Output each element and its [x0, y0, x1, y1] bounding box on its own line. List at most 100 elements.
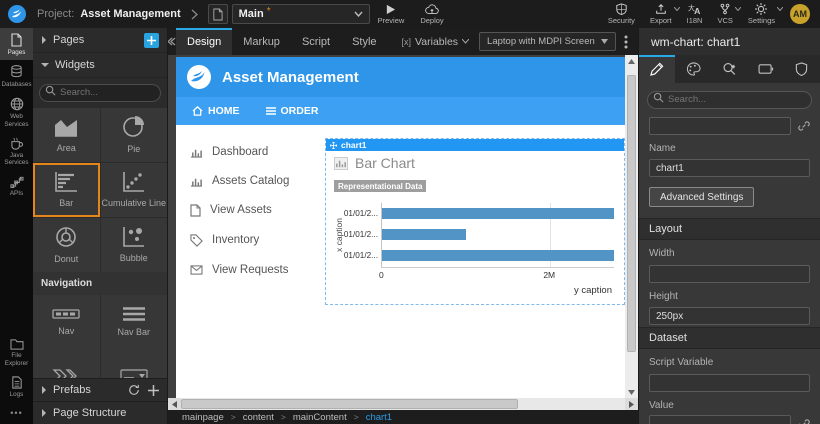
sidebar-item-dashboard[interactable]: Dashboard — [176, 137, 320, 166]
bar-chart-widget[interactable]: chart1 Bar Chart Representational Data x… — [325, 138, 625, 305]
widget-tile-select[interactable] — [101, 349, 168, 379]
width-field[interactable] — [649, 265, 810, 283]
rail-item-web-services[interactable]: Web Services — [0, 92, 33, 131]
x-tick-0: 0 — [379, 270, 384, 280]
scroll-down-arrow[interactable] — [625, 386, 638, 398]
height-field[interactable] — [649, 307, 810, 325]
scroll-up-arrow[interactable] — [625, 55, 638, 67]
avatar[interactable]: AM — [790, 4, 810, 24]
move-icon — [330, 142, 337, 149]
name-field[interactable] — [649, 159, 810, 177]
tab-script[interactable]: Script — [291, 28, 341, 55]
breadcrumb-item-chart1[interactable]: chart1 — [366, 412, 392, 423]
database-icon — [10, 65, 23, 79]
widget-tile-bubble[interactable]: Bubble — [101, 218, 168, 272]
page-selector[interactable]: Main * — [232, 4, 370, 24]
settings-menu[interactable]: Settings — [748, 3, 775, 25]
nav-item-order[interactable]: ORDER — [266, 105, 319, 117]
rail-item-databases[interactable]: Databases — [0, 60, 33, 92]
project-title: Project: Asset Management — [37, 8, 181, 20]
tab-events[interactable] — [711, 55, 747, 83]
chevron-down-icon — [462, 39, 469, 44]
bind-expression-field[interactable] — [649, 117, 791, 135]
project-name: Asset Management — [80, 8, 180, 20]
bar-series-0 — [382, 208, 614, 219]
script-variable-field[interactable] — [649, 374, 810, 392]
rail-item-pages[interactable]: Pages — [0, 28, 33, 60]
deploy-button[interactable]: Deploy — [420, 4, 443, 25]
breadcrumb-separator: > — [281, 412, 286, 422]
widget-tile-bar[interactable]: Bar — [33, 163, 100, 217]
wavemaker-logo-icon[interactable] — [0, 4, 33, 24]
tab-markup[interactable]: Markup — [232, 28, 291, 55]
page-icon — [10, 33, 23, 47]
refresh-icon[interactable] — [128, 384, 140, 396]
folder-icon — [10, 338, 24, 350]
horizontal-scroll-thumb[interactable] — [181, 399, 518, 409]
breadcrumb-item-maincontent[interactable]: mainContent — [293, 412, 347, 423]
vertical-scrollbar[interactable] — [625, 55, 638, 398]
chevron-down-icon — [777, 7, 783, 11]
scroll-right-arrow[interactable] — [625, 398, 638, 410]
widget-tile-breadcrumb[interactable] — [33, 349, 100, 379]
widget-tile-nav[interactable]: Nav — [33, 295, 100, 349]
preview-button[interactable]: Preview — [378, 4, 405, 25]
globe-icon — [10, 97, 24, 111]
rail-item-logs[interactable]: Logs — [0, 371, 33, 402]
breadcrumb-item-mainpage[interactable]: mainpage — [182, 412, 224, 423]
sidebar-item-view-requests[interactable]: View Requests — [176, 255, 320, 284]
widget-tile-nav-bar[interactable]: Nav Bar — [101, 295, 168, 349]
rail-more-button[interactable]: ••• — [0, 402, 33, 424]
tab-style[interactable]: Style — [341, 28, 387, 55]
sidebar-item-assets-catalog[interactable]: Assets Catalog — [176, 166, 320, 195]
value-field[interactable] — [649, 415, 791, 424]
tab-properties[interactable] — [639, 55, 675, 83]
pages-section-header[interactable]: Pages — [33, 28, 167, 53]
breadcrumb-item-content[interactable]: content — [243, 412, 274, 423]
widget-selection-tag[interactable]: chart1 — [326, 139, 624, 151]
variables-button[interactable]: [x] Variables — [402, 36, 470, 48]
tab-design[interactable]: Design — [176, 28, 232, 55]
nav-item-home[interactable]: HOME — [192, 105, 240, 117]
properties-panel-tabs — [639, 55, 820, 83]
widget-tile-cumulative-line[interactable]: Cumulative Line — [101, 163, 168, 217]
bind-link-icon[interactable] — [798, 120, 810, 132]
sidebar-item-view-assets[interactable]: View Assets — [176, 195, 320, 225]
tab-security[interactable] — [784, 55, 820, 83]
rail-item-java-services[interactable]: Java Services — [0, 132, 33, 170]
more-options-icon[interactable] — [624, 35, 628, 49]
page-structure-section-header[interactable]: Page Structure — [33, 401, 167, 424]
bar-series-2 — [382, 250, 614, 261]
tab-styles[interactable] — [675, 55, 711, 83]
add-prefab-icon[interactable] — [148, 385, 159, 396]
widget-tile-pie[interactable]: Pie — [101, 108, 168, 162]
widgets-section-header[interactable]: Widgets — [33, 53, 167, 78]
add-page-button[interactable] — [144, 33, 159, 48]
device-selector[interactable]: Laptop with MDPI Screen — [479, 32, 616, 51]
export-menu[interactable]: Export — [650, 3, 672, 25]
caret-right-icon — [41, 409, 47, 417]
vcs-menu[interactable]: VCS — [717, 3, 732, 25]
tab-device[interactable] — [748, 55, 784, 83]
widget-tile-area[interactable]: Area — [33, 108, 100, 162]
caret-down-icon — [601, 39, 608, 44]
rail-item-apis[interactable]: APIs — [0, 170, 33, 201]
i18n-menu[interactable]: 大A I18N — [687, 3, 703, 25]
widget-tile-donut[interactable]: Donut — [33, 218, 100, 272]
value-bind-link-icon[interactable] — [798, 418, 810, 424]
properties-search-input[interactable] — [647, 91, 812, 109]
collapse-left-panel-button[interactable] — [168, 37, 176, 46]
app-header: Asset Management — [176, 57, 625, 97]
scroll-left-arrow[interactable] — [168, 398, 181, 410]
horizontal-scrollbar[interactable] — [168, 398, 638, 410]
wavemaker-studio: Project: Asset Management Main * Preview… — [0, 0, 820, 424]
sidebar-item-inventory[interactable]: Inventory — [176, 225, 320, 255]
chart-data-badge: Representational Data — [334, 180, 426, 192]
rail-item-file-explorer[interactable]: File Explorer — [0, 333, 33, 370]
advanced-settings-button[interactable]: Advanced Settings — [649, 187, 754, 207]
prefabs-section-header[interactable]: Prefabs — [33, 378, 167, 401]
security-menu[interactable]: Security — [608, 3, 635, 25]
widget-search-input[interactable] — [39, 84, 161, 102]
rail-spacer — [0, 202, 33, 334]
vertical-scroll-thumb[interactable] — [627, 75, 636, 352]
